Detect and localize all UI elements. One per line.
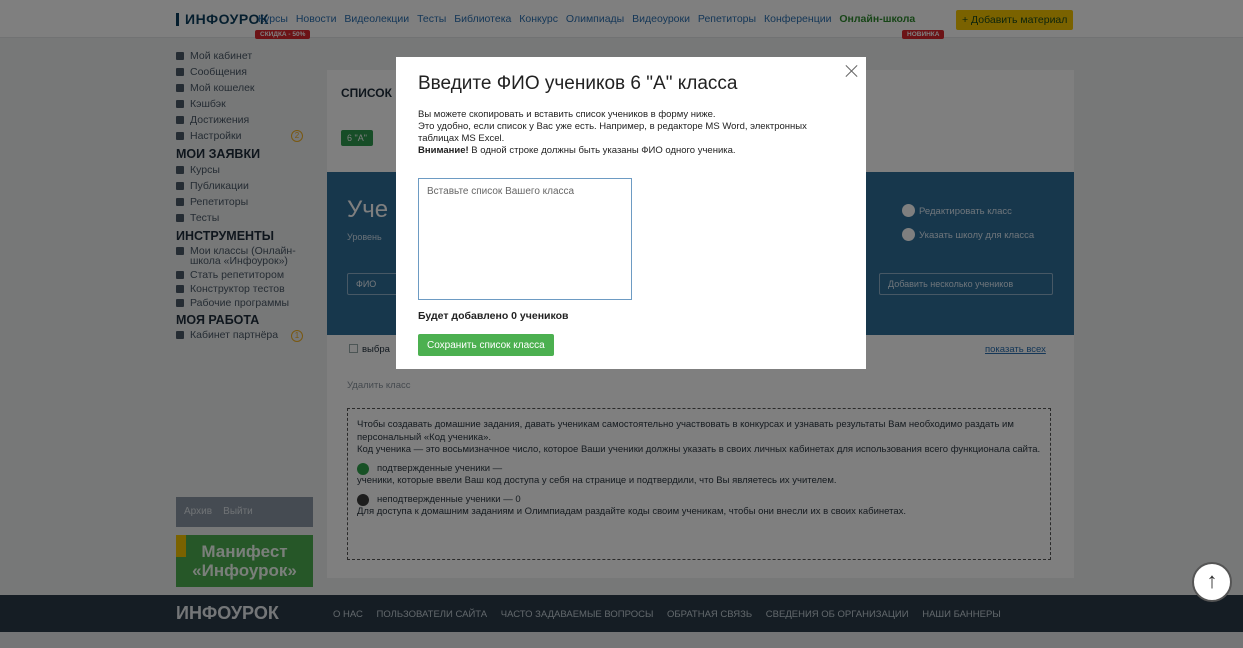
instructions-line-2: Это удобно, если список у Вас уже есть. …: [418, 121, 807, 144]
save-class-list-button[interactable]: Сохранить список класса: [418, 334, 554, 356]
students-count-text: Будет добавлено 0 учеников: [418, 310, 569, 322]
instructions-line-1: Вы можете скопировать и вставить список …: [418, 109, 716, 120]
warning-line: Внимание! В одной строке должны быть ука…: [418, 145, 848, 157]
class-list-textarea[interactable]: [418, 178, 632, 300]
modal-instructions: Вы можете скопировать и вставить список …: [418, 109, 848, 157]
add-students-modal: Введите ФИО учеников 6 "А" класса Вы мож…: [396, 57, 866, 369]
warning-label: Внимание!: [418, 145, 469, 156]
close-icon[interactable]: [845, 64, 859, 78]
modal-title: Введите ФИО учеников 6 "А" класса: [418, 73, 738, 94]
warning-text: В одной строке должны быть указаны ФИО о…: [468, 145, 736, 156]
scroll-top-arrow-icon[interactable]: ↑: [1192, 562, 1232, 602]
